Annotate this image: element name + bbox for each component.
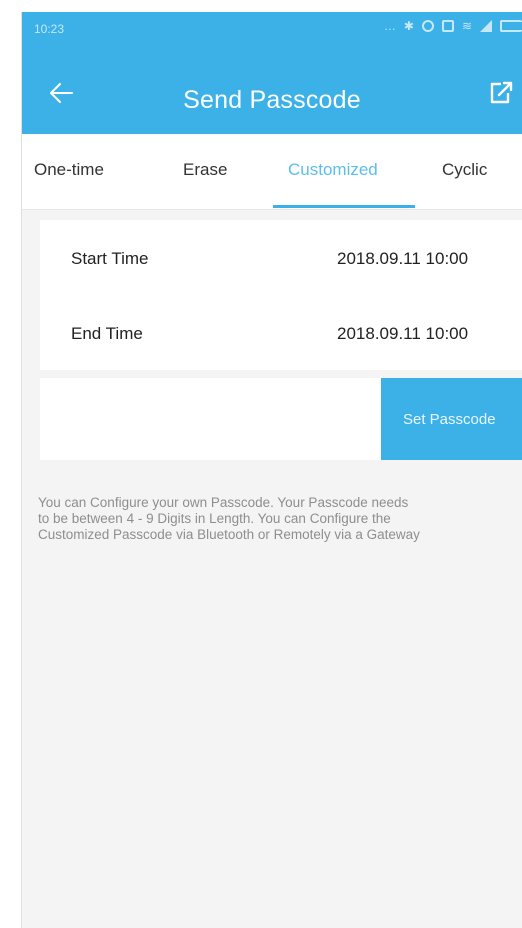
passcode-action-panel: Set Passcode [40,378,522,460]
tab-customized[interactable]: Customized [288,160,378,180]
tab-one-time[interactable]: One-time [34,160,104,180]
wifi-icon: ≋ [461,19,472,33]
app-header: Send Passcode [22,48,522,134]
more-icon: … [383,19,396,33]
status-icons: … ✱ ≋ [384,19,522,33]
signal-icon [480,20,492,32]
app-screen: 10:23 … ✱ ≋ Send Passcode One-time Erase [21,12,522,928]
share-button[interactable] [488,80,514,106]
alarm-icon [421,20,434,32]
set-passcode-button[interactable]: Set Passcode [381,378,522,460]
battery-icon [500,20,522,32]
help-text-line: You can Configure your own Passcode. You… [38,495,409,510]
help-text: You can Configure your own Passcode. You… [38,495,522,543]
end-time-value: 2018.09.11 10:00 [337,324,469,343]
bluetooth-icon: ✱ [403,19,414,33]
help-text-line: Customized Passcode via Bluetooth or Rem… [38,527,420,542]
page-title: Send Passcode [183,86,361,114]
end-time-row[interactable]: End Time 2018.09.11 10:00 [40,295,522,370]
tab-cyclic[interactable]: Cyclic [442,160,487,180]
status-time: 10:23 [34,22,65,36]
start-time-label: Start Time [71,249,149,268]
share-icon [490,81,513,104]
active-tab-indicator [273,205,415,208]
time-settings-card: Start Time 2018.09.11 10:00 End Time 201… [40,220,522,370]
end-time-label: End Time [71,324,143,343]
help-text-line: to be between 4 - 9 Digits in Length. Yo… [38,511,391,526]
passcode-type-tabs: One-time Erase Customized Cyclic [22,134,522,210]
status-bar: 10:23 … ✱ ≋ [22,12,522,48]
vibrate-icon [441,20,454,32]
start-time-value: 2018.09.11 10:00 [337,249,469,268]
tab-erase[interactable]: Erase [183,160,227,180]
start-time-row[interactable]: Start Time 2018.09.11 10:00 [40,220,522,295]
